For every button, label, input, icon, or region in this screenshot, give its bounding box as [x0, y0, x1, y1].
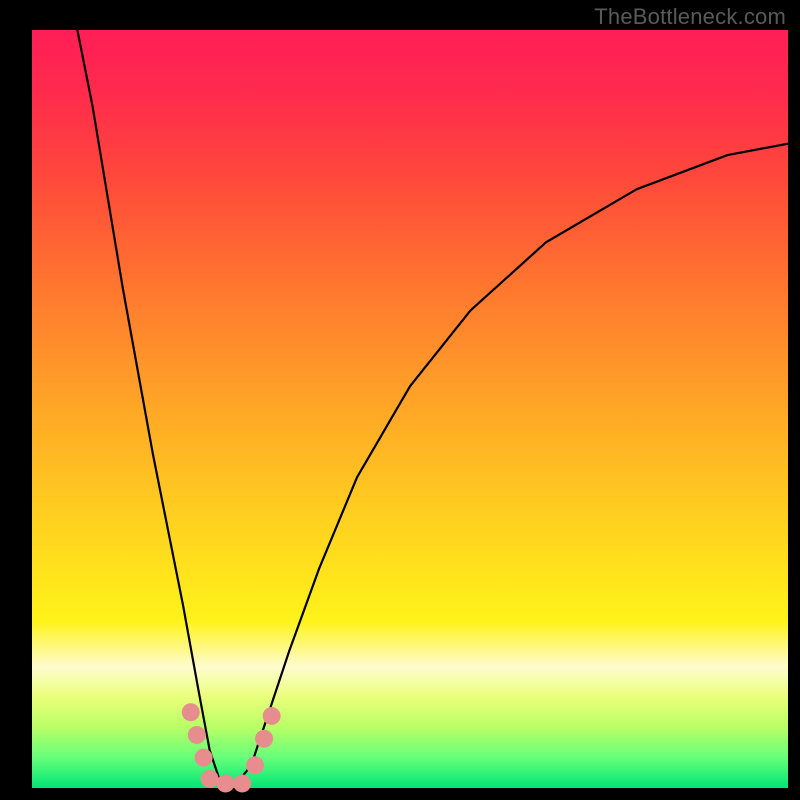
marker-point — [255, 730, 273, 748]
marker-point — [263, 707, 281, 725]
marker-point — [195, 749, 213, 767]
marker-point — [246, 756, 264, 774]
marker-point — [217, 774, 235, 792]
marker-point — [233, 774, 251, 792]
watermark-text: TheBottleneck.com — [594, 4, 786, 30]
chart-container: TheBottleneck.com — [0, 0, 800, 800]
marker-point — [201, 770, 219, 788]
chart-svg — [0, 0, 800, 800]
marker-point — [182, 703, 200, 721]
marker-point — [188, 726, 206, 744]
